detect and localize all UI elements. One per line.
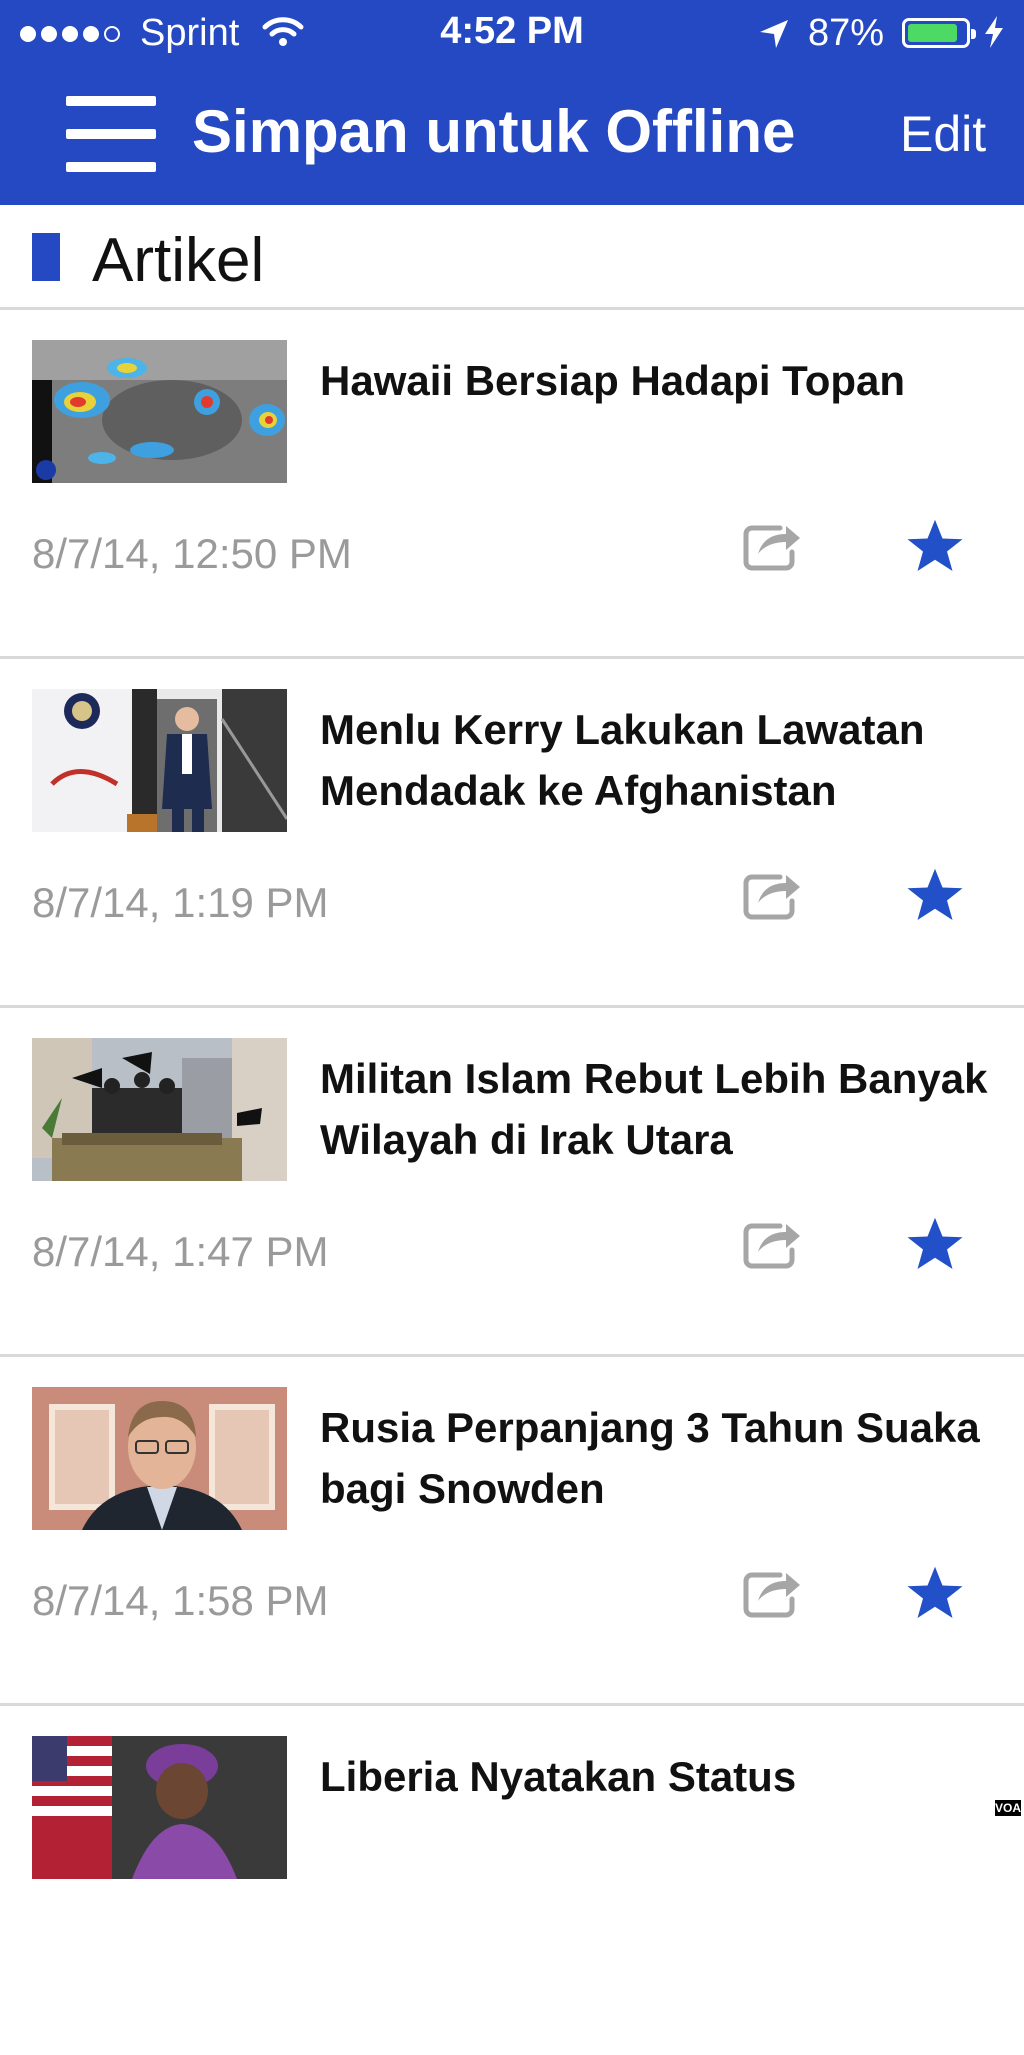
article-thumbnail-satellite-map xyxy=(32,340,287,483)
article-row[interactable]: Rusia Perpanjang 3 Tahun Suaka bagi Snow… xyxy=(0,1357,1024,1706)
navigation-bar: Sprint 4:52 PM 87% Simpan untuk Offline … xyxy=(0,0,1024,205)
favorite-star-icon[interactable] xyxy=(904,516,966,576)
share-icon[interactable] xyxy=(742,865,804,921)
article-title[interactable]: Rusia Perpanjang 3 Tahun Suaka bagi Snow… xyxy=(320,1397,1000,1519)
section-header: Artikel xyxy=(0,205,1024,310)
share-icon[interactable] xyxy=(742,1214,804,1270)
article-date: 8/7/14, 12:50 PM xyxy=(32,530,352,577)
article-row[interactable]: Menlu Kerry Lakukan Lawatan Mendadak ke … xyxy=(0,659,1024,1008)
section-title: Artikel xyxy=(92,226,265,295)
status-bar: Sprint 4:52 PM 87% xyxy=(0,0,1024,64)
favorite-star-icon[interactable] xyxy=(904,865,966,925)
battery-icon xyxy=(902,18,976,48)
favorite-star-icon[interactable] xyxy=(904,1563,966,1623)
article-title[interactable]: Militan Islam Rebut Lebih Banyak Wilayah… xyxy=(320,1048,1000,1170)
article-thumbnail-portrait xyxy=(32,1387,287,1530)
hamburger-menu-button[interactable] xyxy=(66,96,156,172)
article-row[interactable]: Liberia Nyatakan Status xyxy=(0,1706,1024,2055)
article-thumbnail-woman-flag xyxy=(32,1736,287,1879)
article-thumbnail-plane-exit xyxy=(32,689,287,832)
article-row[interactable]: Militan Islam Rebut Lebih Banyak Wilayah… xyxy=(0,1008,1024,1357)
page-title: Simpan untuk Offline xyxy=(192,98,796,165)
article-date: 8/7/14, 1:47 PM xyxy=(32,1228,329,1275)
battery-percentage: 87% xyxy=(808,12,885,54)
favorite-star-icon[interactable] xyxy=(904,1214,966,1274)
article-date: 8/7/14, 1:58 PM xyxy=(32,1577,329,1624)
article-row[interactable]: Hawaii Bersiap Hadapi Topan 8/7/14, 12:5… xyxy=(0,310,1024,659)
article-thumbnail-militants-tank xyxy=(32,1038,287,1181)
article-title[interactable]: Liberia Nyatakan Status xyxy=(320,1746,1000,1807)
section-marker xyxy=(32,233,60,281)
voa-watermark-logo: VOA xyxy=(995,1800,1022,1816)
share-icon[interactable] xyxy=(742,516,804,572)
charging-bolt-icon xyxy=(985,16,1003,48)
article-title[interactable]: Menlu Kerry Lakukan Lawatan Mendadak ke … xyxy=(320,699,1000,821)
share-icon[interactable] xyxy=(742,1563,804,1619)
article-title[interactable]: Hawaii Bersiap Hadapi Topan xyxy=(320,350,1000,411)
location-arrow-icon xyxy=(760,20,788,48)
edit-button[interactable]: Edit xyxy=(900,105,986,163)
article-date: 8/7/14, 1:19 PM xyxy=(32,879,329,926)
